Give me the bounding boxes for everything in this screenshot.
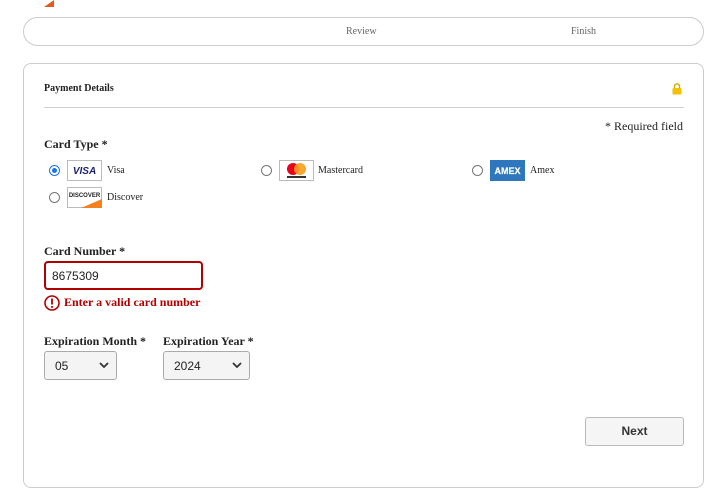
next-button[interactable]: Next: [585, 417, 684, 446]
card-type-discover-radio[interactable]: [49, 192, 60, 203]
panel-title: Payment Details: [44, 83, 114, 94]
payment-details-panel: Payment Details * Required field Card Ty…: [23, 63, 704, 488]
card-type-mastercard-radio[interactable]: [261, 165, 272, 176]
discover-logo-icon: DISCOVER: [67, 187, 102, 208]
required-field-note: * Required field: [605, 119, 683, 133]
card-type-label: Card Type *: [44, 137, 108, 151]
chevron-down-icon: [232, 362, 242, 369]
visa-logo-icon: VISA: [67, 160, 102, 181]
card-type-mastercard-label: Mastercard: [318, 165, 363, 176]
svg-text:DISCOVER: DISCOVER: [69, 193, 101, 199]
expiration-month-label: Expiration Month *: [44, 334, 147, 348]
card-type-amex-label: Amex: [530, 165, 555, 176]
card-number-input[interactable]: 8675309: [44, 261, 203, 290]
expiration-year-value: 2024: [174, 359, 201, 373]
step-review: Review: [346, 26, 377, 37]
progress-steps: Review Finish: [23, 17, 704, 46]
brand-accent-mark: [44, 0, 54, 7]
expiration-year-select[interactable]: 2024: [163, 351, 250, 380]
card-number-error: Enter a valid card number: [64, 295, 201, 309]
card-type-discover-label: Discover: [107, 192, 144, 203]
svg-text:VISA: VISA: [73, 166, 96, 177]
expiration-month-select[interactable]: 05: [44, 351, 117, 380]
mastercard-logo-icon: [279, 160, 314, 181]
card-type-amex-radio[interactable]: [472, 165, 483, 176]
lock-icon: [672, 83, 682, 95]
expiration-month-value: 05: [55, 359, 69, 373]
card-type-visa-radio[interactable]: [49, 165, 60, 176]
error-icon: [44, 295, 60, 311]
card-number-label: Card Number *: [44, 244, 126, 258]
amex-logo-icon: AMEX: [490, 160, 525, 181]
svg-text:AMEX: AMEX: [494, 166, 520, 176]
step-finish: Finish: [571, 26, 597, 37]
expiration-year-label: Expiration Year *: [163, 334, 254, 348]
divider: [44, 107, 684, 108]
card-type-visa-label: Visa: [107, 165, 125, 176]
chevron-down-icon: [99, 362, 109, 369]
